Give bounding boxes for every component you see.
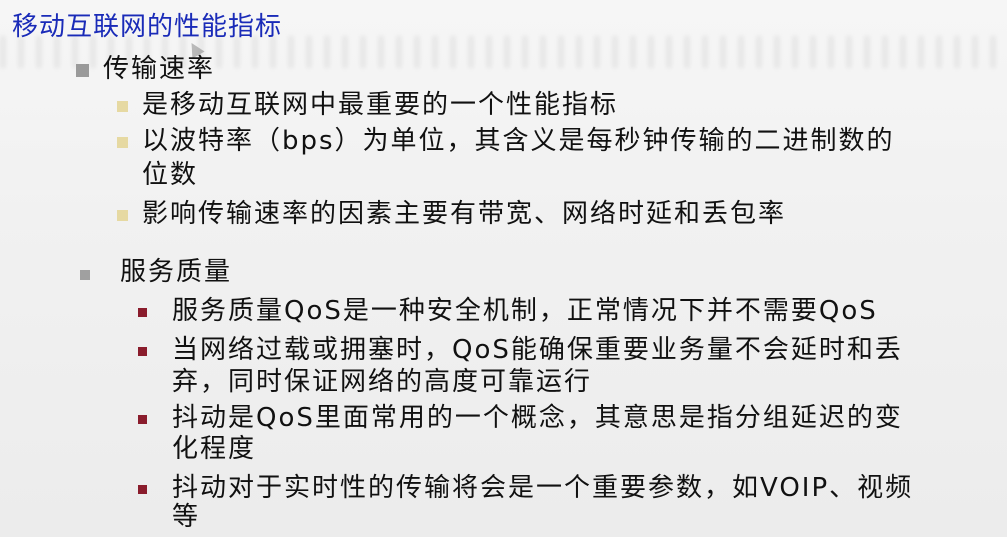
list-item-text: 服务质量QoS是一种安全机制，正常情况下并不需要QoS (172, 296, 878, 326)
list-item: 服务质量QoS是一种安全机制，正常情况下并不需要QoS (138, 294, 878, 328)
list-item-text: 影响传输速率的因素主要有带宽、网络时延和丢包率 (142, 199, 787, 229)
square-bullet-icon (117, 210, 128, 221)
list-item-text: 等 (172, 502, 201, 532)
list-item: 以波特率（bps）为单位，其含义是每秒钟传输的二进制数的 (117, 124, 895, 158)
list-item-text: 以波特率（bps）为单位，其含义是每秒钟传输的二进制数的 (142, 126, 895, 156)
square-bullet-icon (138, 347, 147, 356)
square-bullet-icon (80, 270, 90, 280)
section-heading: 服务质量 (120, 257, 233, 287)
section-heading-row: 传输速率 (76, 52, 215, 86)
list-item: 影响传输速率的因素主要有带宽、网络时延和丢包率 (117, 197, 786, 231)
list-item: 抖动是QoS里面常用的一个概念，其意思是指分组延迟的变 (138, 401, 903, 435)
slide-title: 移动互联网的性能指标 (12, 12, 283, 42)
list-item: 是移动互联网中最重要的一个性能指标 (117, 88, 618, 122)
list-item-continuation: 化程度 (172, 432, 256, 466)
list-item: 当网络过载或拥塞时，QoS能确保重要业务量不会延时和丢 (138, 333, 903, 367)
section-heading: 传输速率 (103, 54, 216, 84)
square-bullet-icon (138, 415, 147, 424)
square-bullet-icon (76, 64, 89, 77)
list-item-text: 位数 (142, 160, 199, 190)
list-item-text: 抖动对于实时性的传输将会是一个重要参数，如VOIP、视频 (172, 473, 914, 503)
list-item-continuation: 等 (172, 500, 200, 534)
section-heading-row: 服务质量 (80, 255, 232, 289)
list-item-continuation: 位数 (142, 158, 198, 192)
list-item-text: 抖动是QoS里面常用的一个概念，其意思是指分组延迟的变 (172, 403, 903, 433)
list-item-text: 当网络过载或拥塞时，QoS能确保重要业务量不会延时和丢 (172, 335, 903, 365)
square-bullet-icon (138, 485, 147, 494)
list-item: 抖动对于实时性的传输将会是一个重要参数，如VOIP、视频 (138, 471, 913, 505)
slide: 移动互联网的性能指标 传输速率 是移动互联网中最重要的一个性能指标 以波特率（b… (0, 0, 1007, 537)
square-bullet-icon (138, 308, 147, 317)
list-item-text: 弃，同时保证网络的高度可靠运行 (172, 367, 593, 397)
square-bullet-icon (117, 137, 128, 148)
list-item-text: 化程度 (172, 434, 257, 464)
list-item-continuation: 弃，同时保证网络的高度可靠运行 (172, 365, 592, 399)
square-bullet-icon (117, 101, 128, 112)
list-item-text: 是移动互联网中最重要的一个性能指标 (142, 90, 619, 120)
